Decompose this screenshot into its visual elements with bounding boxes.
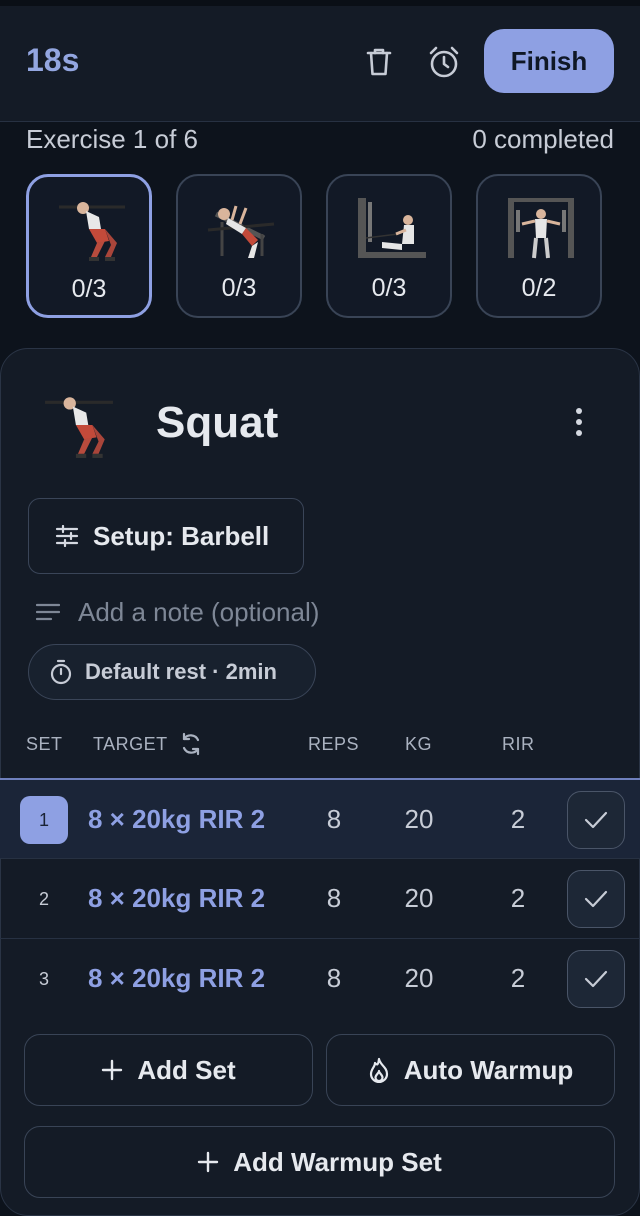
set-kg-input[interactable]: 20 — [393, 804, 445, 835]
set-reps-input[interactable]: 8 — [312, 804, 356, 835]
bench-press-figure-image — [207, 205, 275, 258]
exercise-thumb-cable-row[interactable]: 0/3 — [326, 174, 452, 318]
set-number: 3 — [38, 968, 49, 989]
set-rir-input[interactable]: 2 — [496, 883, 540, 914]
exercise-thumb-cable-crossover[interactable]: 0/2 — [476, 174, 602, 318]
set-row[interactable]: 1 8 × 20kg RIR 2 8 20 2 — [0, 778, 640, 858]
complete-set-button[interactable] — [567, 870, 625, 928]
note-placeholder: Add a note (optional) — [78, 596, 320, 627]
add-set-button[interactable]: Add Set — [24, 1034, 313, 1106]
check-icon — [584, 811, 608, 829]
auto-warmup-label: Auto Warmup — [403, 1054, 574, 1085]
exercise-set-count: 0/3 — [221, 274, 257, 302]
more-options-icon[interactable] — [566, 406, 592, 438]
tune-icon — [55, 525, 79, 547]
exercise-title: Squat — [156, 398, 279, 447]
cable-crossover-figure-image — [508, 198, 574, 259]
cable-row-figure-image — [358, 198, 426, 258]
sets-table-header: SET TARGET REPS KG RIR — [0, 728, 640, 762]
header-set: SET — [26, 734, 63, 754]
set-rir-input[interactable]: 2 — [496, 963, 540, 994]
completed-count: 0 completed — [472, 124, 614, 154]
auto-warmup-button[interactable]: Auto Warmup — [326, 1034, 615, 1106]
set-reps-input[interactable]: 8 — [312, 883, 356, 914]
exercise-progress: Exercise 1 of 6 0 completed — [26, 124, 614, 155]
top-bar: 18s Finish — [0, 0, 640, 122]
set-row[interactable]: 2 8 × 20kg RIR 2 8 20 2 — [0, 858, 640, 938]
set-kg-input[interactable]: 20 — [393, 963, 445, 994]
set-target[interactable]: 8 × 20kg RIR 2 — [88, 963, 265, 994]
complete-set-button[interactable] — [567, 791, 625, 849]
exercise-image — [45, 397, 113, 458]
check-icon — [584, 970, 608, 988]
add-warmup-set-button[interactable]: Add Warmup Set — [24, 1126, 615, 1198]
finish-button[interactable]: Finish — [484, 29, 614, 93]
header-reps: REPS — [308, 734, 360, 754]
alarm-clock-icon[interactable] — [424, 42, 464, 82]
stopwatch-icon — [50, 659, 72, 685]
exercise-set-count: 0/2 — [521, 274, 557, 302]
set-number: 2 — [38, 888, 49, 909]
set-reps-input[interactable]: 8 — [312, 963, 356, 994]
set-rir-input[interactable]: 2 — [496, 804, 540, 835]
exercise-carousel: 0/3 0/3 0/3 0/2 — [26, 174, 614, 318]
squat-figure-image — [59, 202, 125, 261]
trash-icon[interactable] — [359, 42, 399, 82]
workout-timer: 18s — [26, 42, 80, 78]
default-rest-button[interactable]: Default rest · 2min — [28, 644, 316, 700]
sync-icon[interactable] — [178, 731, 204, 757]
rest-label: Default rest · 2min — [85, 659, 277, 684]
setup-button[interactable]: Setup: Barbell — [28, 498, 304, 574]
header-target: TARGET — [93, 734, 168, 754]
plus-icon — [198, 1151, 219, 1173]
notes-icon — [36, 603, 60, 621]
complete-set-button[interactable] — [567, 950, 625, 1008]
header-kg: KG — [405, 734, 433, 754]
flame-icon — [369, 1057, 388, 1083]
exercise-position: Exercise 1 of 6 — [26, 124, 198, 154]
set-number: 1 — [20, 796, 68, 844]
plus-icon — [102, 1059, 123, 1081]
set-target[interactable]: 8 × 20kg RIR 2 — [88, 804, 265, 835]
exercise-set-count: 0/3 — [371, 274, 407, 302]
note-input[interactable]: Add a note (optional) — [36, 592, 319, 632]
set-kg-input[interactable]: 20 — [393, 883, 445, 914]
set-row[interactable]: 3 8 × 20kg RIR 2 8 20 2 — [0, 938, 640, 1018]
exercise-thumb-squat[interactable]: 0/3 — [26, 174, 152, 318]
add-set-label: Add Set — [137, 1054, 236, 1085]
setup-label: Setup: Barbell — [93, 520, 270, 551]
exercise-set-count: 0/3 — [71, 275, 107, 303]
header-rir: RIR — [502, 734, 535, 754]
exercise-thumb-bench-press[interactable]: 0/3 — [176, 174, 302, 318]
set-target[interactable]: 8 × 20kg RIR 2 — [88, 883, 265, 914]
add-warmup-set-label: Add Warmup Set — [233, 1146, 442, 1177]
check-icon — [584, 890, 608, 908]
